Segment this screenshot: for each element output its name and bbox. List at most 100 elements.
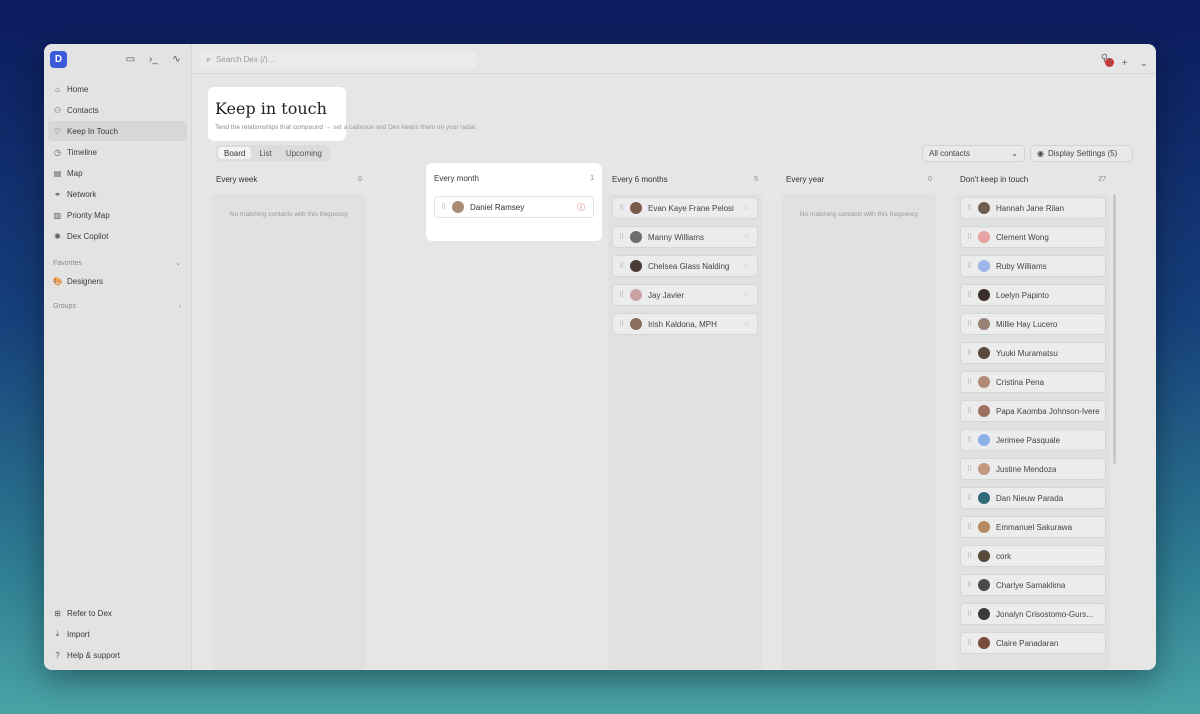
dex-logo[interactable]: D — [50, 51, 67, 68]
contact-card[interactable]: ⠿ Ruby Williams — [960, 255, 1106, 277]
drag-handle-icon[interactable]: ⠿ — [967, 465, 972, 473]
monitor-icon[interactable]: ▭ — [124, 53, 137, 66]
sidebar-item-dex-copilot[interactable]: ✺ Dex Copilot — [48, 226, 187, 246]
avatar — [630, 318, 642, 330]
contact-card[interactable]: ⠿ Claire Panadaran — [960, 632, 1106, 654]
contact-card[interactable]: ⠿ Chelsea Glass Nalding ◌ — [612, 255, 758, 277]
contact-card[interactable]: ⠿ Yuuki Muramatsu — [960, 342, 1106, 364]
sidebar-item-import[interactable]: ⤓ Import — [48, 624, 187, 644]
drag-handle-icon[interactable]: ⠿ — [967, 320, 972, 328]
contact-card[interactable]: ⠿ Evan Kaye Frane Pelosi ◌ — [612, 197, 758, 219]
column-title: Every month — [434, 173, 479, 183]
terminal-icon[interactable]: ›_ — [147, 53, 160, 66]
drag-handle-icon[interactable]: ⠿ — [967, 378, 972, 386]
contact-card[interactable]: ⠿ Hannah Jane Rilan — [960, 197, 1106, 219]
drag-handle-icon[interactable]: ⠿ — [967, 581, 972, 589]
contact-card[interactable]: ⠿ Emmanuel Sakurawa — [960, 516, 1106, 538]
contact-name: Claire Panadaran — [996, 638, 1059, 648]
contacts-filter-select[interactable]: All contacts ⌄ — [922, 145, 1025, 162]
contact-name: Emmanuel Sakurawa — [996, 522, 1073, 532]
sidebar-item-contacts[interactable]: ⚇ Contacts — [48, 100, 187, 120]
drag-handle-icon[interactable]: ⠿ — [619, 233, 624, 241]
contact-card[interactable]: ⠿ Justine Mendoza — [960, 458, 1106, 480]
column-title: Don't keep in touch — [960, 174, 1029, 184]
drag-handle-icon[interactable]: ⠿ — [967, 233, 972, 241]
status-ring-icon[interactable]: ◌ — [744, 232, 749, 241]
contact-card[interactable]: ⠿ Loelyn Papinto — [960, 284, 1106, 306]
avatar — [978, 405, 990, 417]
sidebar-item-keep-in-touch[interactable]: ♡ Keep In Touch — [48, 121, 187, 141]
home-icon: ⌂ — [55, 84, 60, 94]
page-title-box: Keep in touch — [208, 87, 346, 141]
contact-card[interactable]: ⠿ Clement Wong — [960, 226, 1106, 248]
import-icon: ⤓ — [55, 629, 60, 638]
drag-handle-icon[interactable]: ⠿ — [619, 320, 624, 328]
contact-card[interactable]: ⠿ Papa Kaomba Johnson-Ivere — [960, 400, 1106, 422]
sidebar-item-help-support[interactable]: ? Help & support — [48, 645, 187, 665]
avatar — [978, 318, 990, 330]
alert-icon[interactable]: ⓘ — [577, 202, 585, 213]
contact-card[interactable]: ⠿ Irish Kaldona, MPH ◌ — [612, 313, 758, 335]
drag-handle-icon[interactable]: ⠿ — [967, 291, 972, 299]
chevron-down-icon[interactable]: ⌄ — [1140, 58, 1148, 69]
status-ring-icon[interactable]: ◌ — [744, 290, 749, 299]
add-icon[interactable]: + — [1122, 58, 1128, 69]
status-ring-icon[interactable]: ◌ — [744, 261, 749, 270]
column-body: No matching contacts with this frequency — [782, 194, 936, 670]
waveform-icon[interactable]: ∿ — [170, 53, 183, 66]
favorites-section[interactable]: Favorites ⌄ — [48, 255, 187, 271]
search-input[interactable]: ⌕ Search Dex (/)... — [200, 51, 476, 68]
contact-card[interactable]: ⠿ Daniel Ramsey ⓘ — [434, 196, 594, 218]
groups-section[interactable]: Groups › — [48, 298, 187, 314]
avatar — [630, 260, 642, 272]
sidebar-item-map[interactable]: ▤ Map — [48, 163, 187, 183]
drag-handle-icon[interactable]: ⠿ — [967, 262, 972, 270]
drag-handle-icon[interactable]: ⠿ — [967, 494, 972, 502]
notifications-icon[interactable]: ⚲ 3 — [1101, 53, 1114, 73]
sidebar-item-designers[interactable]: 🎨 Designers — [48, 271, 187, 291]
tab-list[interactable]: List — [253, 147, 277, 159]
column-count: 0 — [928, 175, 932, 183]
contact-card[interactable]: ⠿ Dan Nieuw Parada — [960, 487, 1106, 509]
sidebar-item-home[interactable]: ⌂ Home — [48, 79, 187, 99]
sidebar-item-refer-to-dex[interactable]: ⊞ Refer to Dex — [48, 603, 187, 623]
tab-board[interactable]: Board — [218, 147, 252, 159]
tab-upcoming[interactable]: Upcoming — [280, 147, 328, 159]
display-settings-button[interactable]: ◉ Display Settings (5) — [1030, 145, 1133, 162]
contact-card[interactable]: ⠿ Jerimee Pasquale — [960, 429, 1106, 451]
contact-card[interactable]: ⠿ Charlye Samaklima — [960, 574, 1106, 596]
avatar — [630, 202, 642, 214]
drag-handle-icon[interactable]: ⠿ — [967, 639, 972, 647]
chevron-right-icon: › — [178, 302, 181, 310]
sidebar-item-label: Priority Map — [67, 210, 110, 220]
status-ring-icon[interactable]: ◌ — [744, 203, 749, 212]
drag-handle-icon[interactable]: ⠿ — [619, 204, 624, 212]
contact-card[interactable]: ⠿ Cristina Pena — [960, 371, 1106, 393]
drag-handle-icon[interactable]: ⠿ — [441, 203, 446, 211]
avatar — [978, 376, 990, 388]
drag-handle-icon[interactable]: ⠿ — [967, 204, 972, 212]
drag-handle-icon[interactable]: ⠿ — [967, 523, 972, 531]
drag-handle-icon[interactable]: ⠿ — [967, 552, 972, 560]
drag-handle-icon[interactable]: ⠿ — [967, 407, 972, 415]
contact-card[interactable]: ⠿ Millie Hay Lucero — [960, 313, 1106, 335]
column-scrollbar[interactable] — [1113, 194, 1116, 464]
sidebar-item-label: Timeline — [67, 147, 97, 157]
drag-handle-icon[interactable]: ⠿ — [967, 610, 972, 618]
sidebar-item-timeline[interactable]: ◷ Timeline — [48, 142, 187, 162]
sidebar-item-priority-map[interactable]: ▥ Priority Map — [48, 205, 187, 225]
contact-card[interactable]: ⠿ cork — [960, 545, 1106, 567]
empty-state-text: No matching contacts with this frequency — [229, 211, 349, 218]
contact-card[interactable]: ⠿ Jay Javier ◌ — [612, 284, 758, 306]
drag-handle-icon[interactable]: ⠿ — [619, 262, 624, 270]
sidebar-item-network[interactable]: ⚭ Network — [48, 184, 187, 204]
drag-handle-icon[interactable]: ⠿ — [967, 436, 972, 444]
drag-handle-icon[interactable]: ⠿ — [619, 291, 624, 299]
avatar — [978, 347, 990, 359]
contacts-icon: ⚇ — [53, 105, 62, 115]
contact-card[interactable]: ⠿ Jonalyn Crisostomo-Gurs... — [960, 603, 1106, 625]
status-ring-icon[interactable]: ◌ — [744, 319, 749, 328]
search-placeholder: Search Dex (/)... — [216, 55, 275, 64]
drag-handle-icon[interactable]: ⠿ — [967, 349, 972, 357]
contact-card[interactable]: ⠿ Manny Williams ◌ — [612, 226, 758, 248]
